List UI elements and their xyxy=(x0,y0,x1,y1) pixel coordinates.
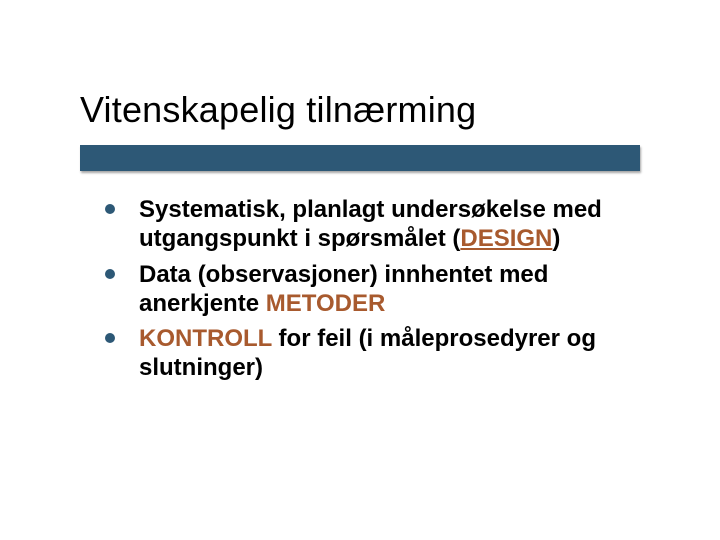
bullet-dot-icon xyxy=(105,333,115,343)
list-item: Systematisk, planlagt undersøkelse med u… xyxy=(105,195,665,254)
slide: Vitenskapelig tilnærming Systematisk, pl… xyxy=(0,0,720,540)
bullet-text: Systematisk, planlagt undersøkelse med u… xyxy=(139,195,665,254)
bullet-text: KONTROLL for feil (i måleprosedyrer og s… xyxy=(139,324,665,383)
list-item: KONTROLL for feil (i måleprosedyrer og s… xyxy=(105,324,665,383)
list-item: Data (observasjoner) innhentet med anerk… xyxy=(105,260,665,319)
bullet-list: Systematisk, planlagt undersøkelse med u… xyxy=(105,195,665,389)
slide-title: Vitenskapelig tilnærming xyxy=(80,90,476,130)
bullet-emph: KONTROLL xyxy=(139,325,272,352)
bullet-post: ) xyxy=(552,225,560,252)
bullet-emph: DESIGN xyxy=(460,225,552,252)
bullet-dot-icon xyxy=(105,269,115,279)
title-rule xyxy=(80,145,640,171)
bullet-dot-icon xyxy=(105,204,115,214)
bullet-text: Data (observasjoner) innhentet med anerk… xyxy=(139,260,665,319)
bullet-emph: METODER xyxy=(266,290,386,317)
title-wrap: Vitenskapelig tilnærming xyxy=(80,90,476,130)
